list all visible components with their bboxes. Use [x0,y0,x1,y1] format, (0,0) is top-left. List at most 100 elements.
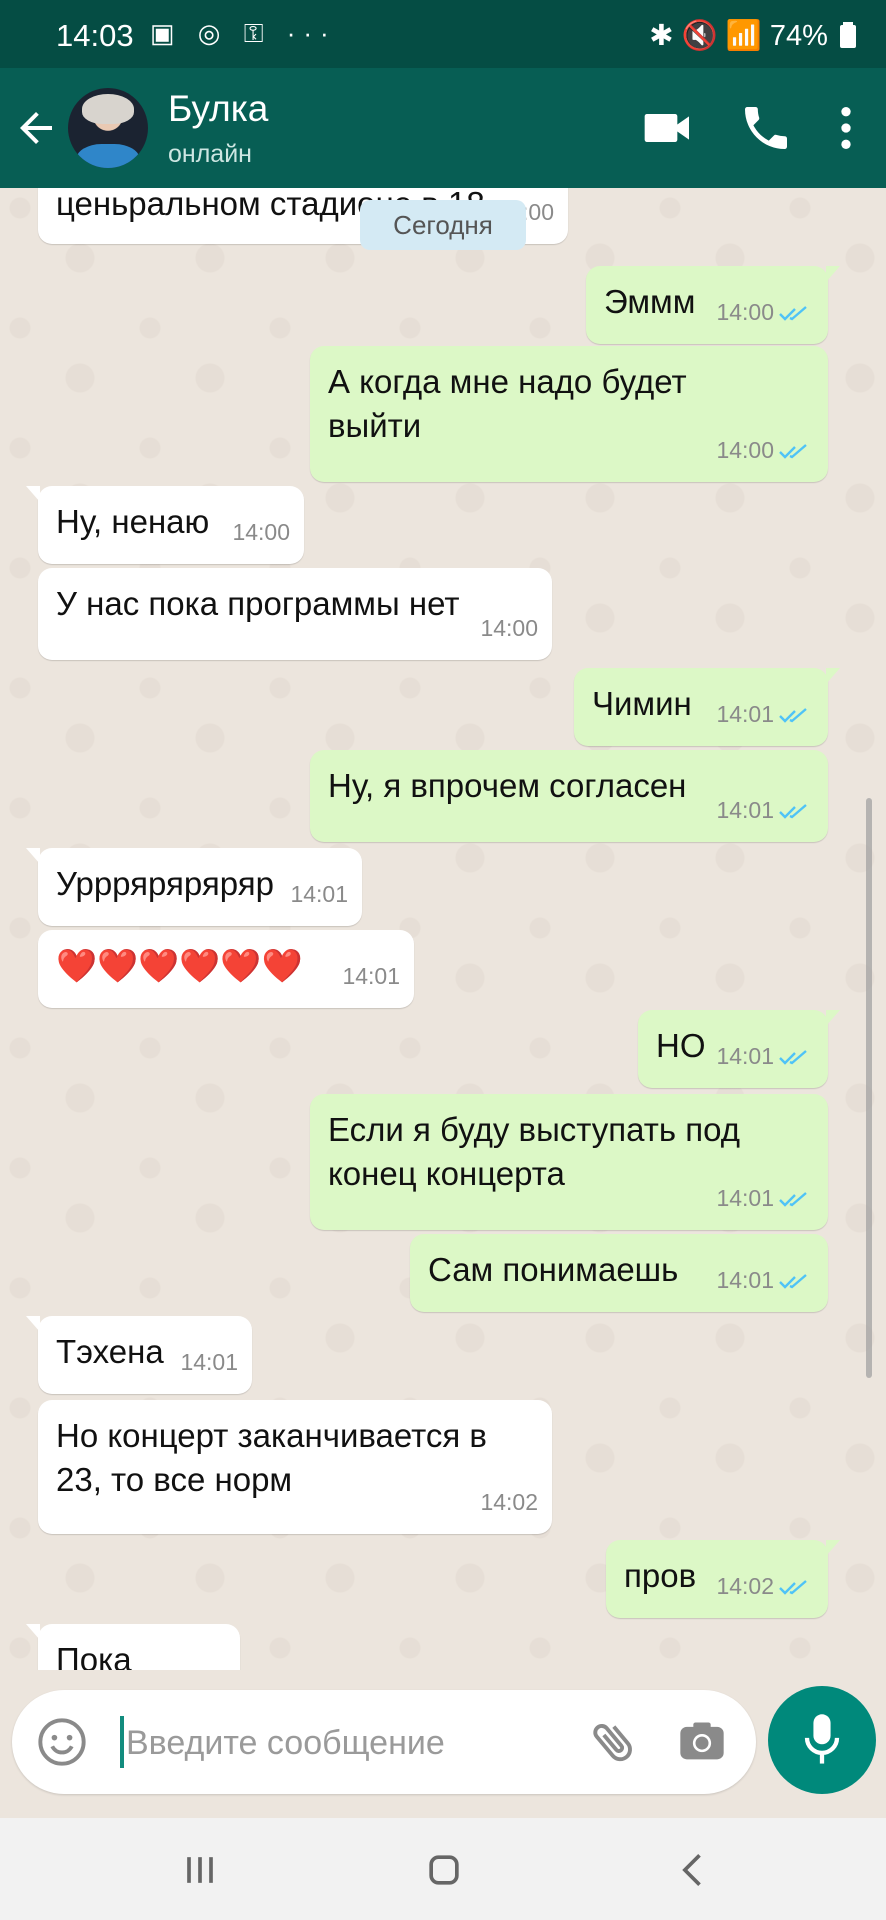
message-text: Ну, я впрочем согласен [328,764,686,808]
double-check-icon [779,1580,807,1595]
system-nav-bar [0,1818,886,1920]
message-line: НО [656,1027,706,1064]
message-text: пров [624,1554,696,1598]
message-time-text: 14:01 [716,1043,774,1069]
message-bubble-outgoing[interactable]: А когда мне надо будет выйти 14:00 [310,346,828,482]
recent-apps-icon[interactable] [176,1848,224,1892]
message-bubble-incoming[interactable]: Тэхена 14:01 [26,1316,252,1394]
message-line: У нас пока программы нет [56,585,460,622]
message-text: Тэхена [56,1330,164,1374]
message-time: 14:00 [232,510,290,554]
double-check-icon [779,444,807,459]
status-time: 14:03 [56,18,134,53]
message-time-text: 14:00 [716,437,774,463]
double-check-icon [779,1274,807,1289]
message-time-text: 14:02 [480,1489,538,1515]
message-time-text: 14:01 [716,797,774,823]
message-line: Но концерт заканчивается в [56,1417,487,1454]
message-time-text: 14:00 [716,299,774,325]
message-time: 14:01 [716,692,814,736]
message-time-text: 14:00 [232,519,290,545]
message-time: 14:00 [716,428,814,472]
message-time: 14:00 [716,290,814,334]
notification-icons: ▣ ◎ ⚿ ··· [150,18,337,48]
message-time-text: 14:01 [716,1267,774,1293]
battery-icon [840,22,856,48]
message-text: Сам понимаешь [428,1248,678,1292]
message-text: Пока [56,1641,132,1670]
message-bubble-outgoing[interactable]: НО 14:01 [638,1010,840,1088]
status-bar: 14:03 ▣ ◎ ⚿ ··· ✱ 🔇 📶 74% [0,0,886,68]
message-time: 14:01 [716,1258,814,1302]
double-check-icon [779,804,807,819]
back-nav-icon[interactable] [670,1848,718,1892]
double-check-icon [779,708,807,723]
paperclip-icon[interactable] [588,1716,640,1768]
message-text: Ну, ненаю [56,500,209,544]
message-bubble-incoming[interactable]: ❤️❤️❤️❤️❤️❤️ 14:01 [38,930,414,1008]
mic-button[interactable] [768,1686,876,1794]
message-time: 14:02 [716,1564,814,1608]
video-camera-icon[interactable] [640,100,696,156]
more-vert-icon[interactable] [818,100,874,156]
arrow-left-icon[interactable] [12,104,60,152]
emoji-icon[interactable] [36,1716,88,1768]
message-time: 14:01 [716,1034,814,1078]
message-bubble-outgoing[interactable]: Если я буду выступать под конец концерта 1… [310,1094,828,1230]
home-icon[interactable] [420,1848,468,1892]
chat-header: Булка онлайн [0,68,886,188]
message-time: 14:01 [716,788,814,832]
microphone-icon [804,1714,840,1764]
message-time-text: 14:00 [480,615,538,641]
message-line: Если я буду выступать под [328,1111,741,1148]
message-time: 14:02 [480,1480,538,1524]
message-bubble-outgoing[interactable]: Сам понимаешь 14:01 [410,1234,828,1312]
message-text: Эммм [604,280,695,324]
avatar[interactable] [68,88,148,168]
message-bubble-outgoing[interactable]: Эммм 14:00 [586,266,840,344]
message-composer [12,1690,756,1794]
message-line: 23, то все норм [56,1461,293,1498]
message-line: выйти [328,407,422,444]
message-line: Эммм [604,283,696,320]
message-bubble-outgoing[interactable]: пров 14:02 [606,1540,840,1618]
message-time: 14:01 [716,1176,814,1220]
status-right: ✱ 🔇 📶 74% [649,18,856,53]
message-time: 14:01 [180,1340,238,1384]
message-bubble-incoming[interactable]: У нас пока программы нет 14:00 [38,568,552,660]
message-bubble-incoming[interactable]: Уррряряряряр 14:01 [26,848,362,926]
scrollbar[interactable] [866,798,872,1378]
message-line: конец концерта [328,1155,565,1192]
phone-icon[interactable] [738,100,794,156]
date-badge: Сегодня [360,200,526,250]
message-bubble-incoming[interactable]: Пока [26,1624,240,1670]
message-text: У нас пока программы нет [56,582,459,626]
message-line: Уррряряряряр [56,865,274,902]
contact-status: онлайн [168,140,252,168]
message-text: Чимин [592,682,692,726]
message-time-text: 14:01 [290,881,348,907]
contact-name[interactable]: Булка [168,88,268,130]
message-bubble-incoming[interactable]: Ну, ненаю 14:00 [26,486,304,564]
message-time-text: 14:01 [716,1185,774,1211]
camera-icon[interactable] [676,1716,728,1768]
message-time: 14:01 [342,954,400,998]
message-list[interactable]: ценьральном стадионе в 18 14:00 Сегодня … [0,188,886,1670]
message-bubble-incoming[interactable]: Но концерт заканчивается в 23, то все нор… [38,1400,552,1534]
message-text: ❤️❤️❤️❤️❤️❤️ [56,944,303,988]
message-input[interactable] [124,1712,568,1774]
message-time-text: 14:01 [180,1349,238,1375]
message-text: Если я буду выступать под конец концерта [328,1108,740,1196]
message-time: 14:01 [290,872,348,916]
message-text: Уррряряряряр [56,862,274,906]
message-time-text: 14:01 [342,963,400,989]
double-check-icon [779,1192,807,1207]
message-line: Чимин [592,685,692,722]
message-line: пров [624,1557,697,1594]
message-line: ❤️❤️❤️❤️❤️❤️ [56,947,303,984]
message-bubble-outgoing[interactable]: Ну, я впрочем согласен 14:01 [310,750,828,842]
message-line: Тэхена [56,1333,164,1370]
system-icons: ✱ 🔇 📶 [649,20,762,52]
message-time-text: 14:02 [716,1573,774,1599]
message-bubble-outgoing[interactable]: Чимин 14:01 [574,668,840,746]
